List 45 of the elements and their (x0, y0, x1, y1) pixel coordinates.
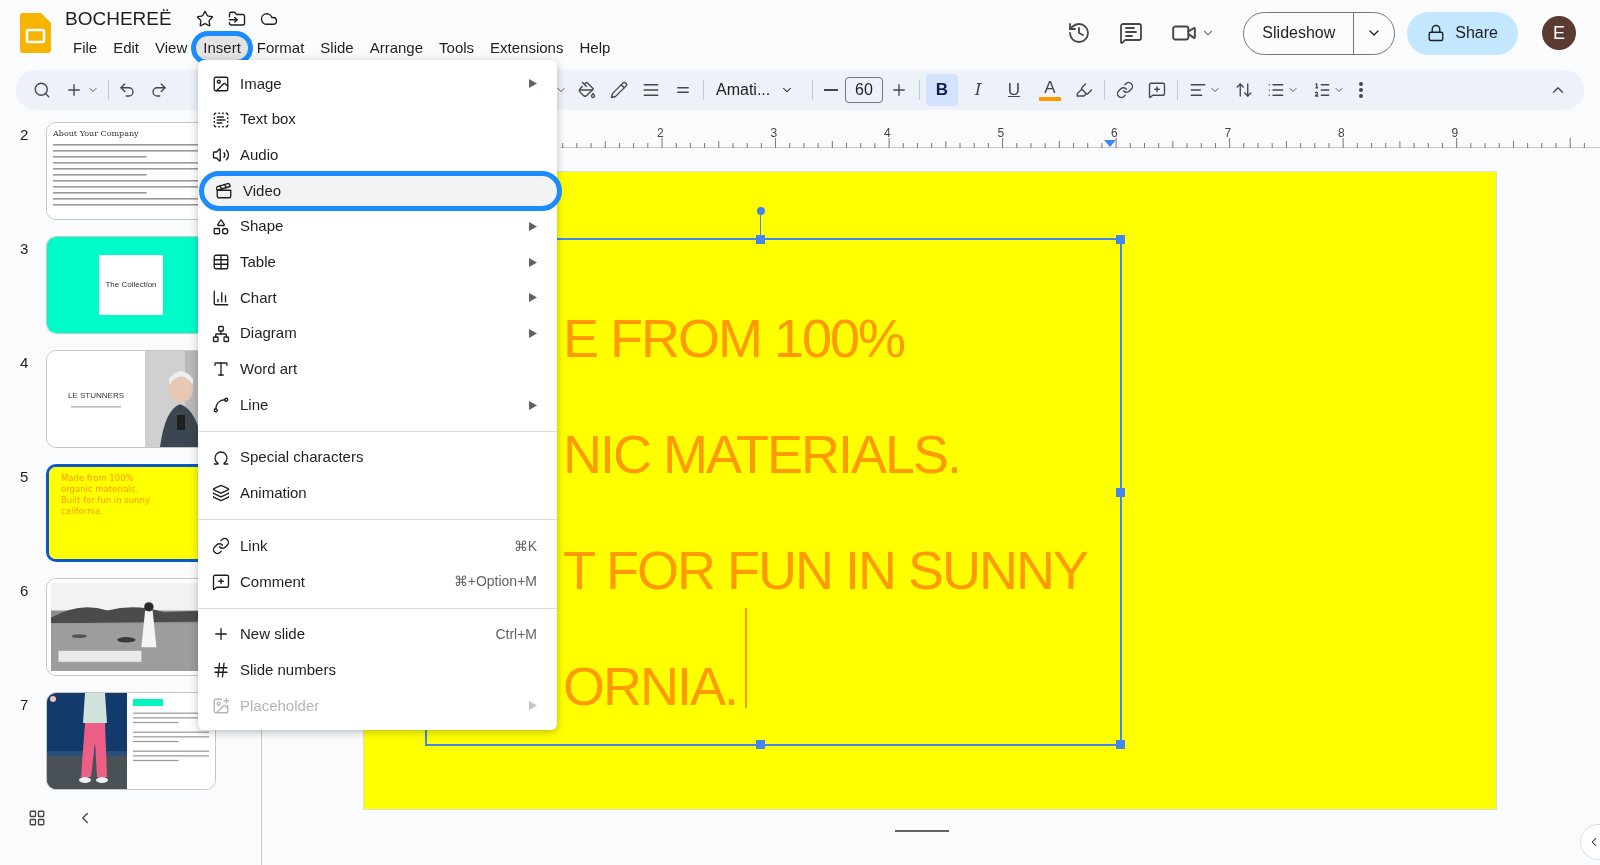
ruler-label: 4 (884, 125, 891, 142)
ruler-label: 7 (1224, 125, 1232, 142)
ruler-label: 8 (1338, 125, 1345, 142)
slide-text-line: california. (61, 506, 104, 517)
slide-number: 6 (19, 581, 30, 601)
menu-item[interactable]: Arrange (361, 35, 432, 61)
menu-item[interactable]: Extensions (482, 35, 572, 61)
slide-title: The Collection (105, 279, 157, 291)
slide-text-line: organic materials. (61, 484, 139, 495)
ruler-label: 3 (770, 125, 778, 142)
menu-item[interactable]: View (147, 35, 196, 61)
menu-item[interactable]: File (65, 35, 106, 61)
menu-option[interactable]: Video (201, 173, 560, 209)
font-dropdown[interactable]: Amati... (708, 76, 808, 104)
ruler-label: 9 (1451, 125, 1459, 142)
slide-text-line: ORNIA. (563, 655, 738, 718)
font-size-field[interactable]: 60 (845, 77, 883, 103)
slide-number: 5 (19, 467, 30, 487)
slide-title: LE STUNNERS (68, 389, 124, 402)
menu-item[interactable]: Edit (105, 35, 148, 61)
slide-title: About Your Company (53, 129, 140, 139)
document-title[interactable]: BOCHEREË (65, 4, 172, 34)
slide-text-line: NIC MATERIALS. (563, 423, 961, 486)
ruler-label: 5 (997, 125, 1005, 142)
slide-text-line: Built for fun in sunny (61, 495, 151, 506)
avatar[interactable]: E (1542, 16, 1576, 50)
slide-text-line: E FROM 100% (563, 307, 905, 370)
menu-option[interactable]: Image (198, 66, 557, 102)
text-color-button[interactable]: A (1034, 74, 1066, 106)
format-button[interactable]: I (962, 74, 994, 106)
slide-text-line: Made from 100% (61, 473, 135, 484)
menu-item[interactable]: Tools (431, 35, 483, 61)
slide-number: 4 (19, 353, 30, 373)
format-button[interactable]: U (998, 74, 1030, 106)
menu-item[interactable]: Slide (312, 35, 362, 61)
menu-item[interactable]: Help (571, 35, 619, 61)
menu-item[interactable]: Format (248, 35, 313, 61)
slide-text-line: T FOR FUN IN SUNNY (563, 539, 1087, 602)
ruler-label: 2 (657, 125, 664, 142)
slide-number: 3 (19, 239, 30, 259)
share-button[interactable]: Share (1407, 11, 1518, 55)
slide-number: 7 (19, 695, 30, 715)
slide-number: 2 (19, 125, 30, 145)
ruler-label: 6 (1111, 125, 1118, 142)
format-button[interactable]: B (926, 74, 958, 106)
